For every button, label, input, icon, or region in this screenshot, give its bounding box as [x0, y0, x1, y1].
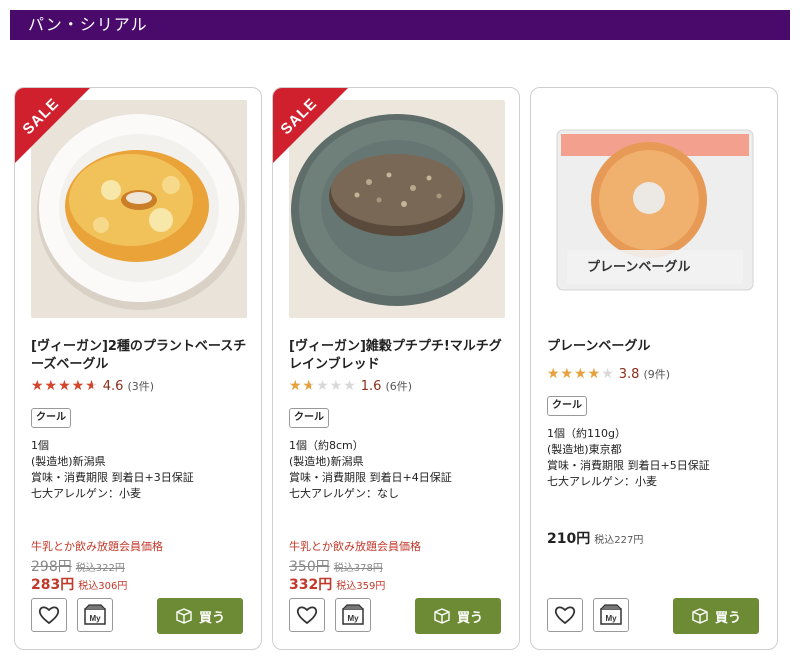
star-rating: ★★★★★★★★★★ — [31, 378, 99, 394]
product-card: SALE [ヴィーガン]雑穀プチプチ!マルチグレインブレッド ★★★★★★★★★… — [272, 87, 520, 650]
buy-label: 買う — [198, 610, 225, 626]
box-icon — [434, 608, 450, 624]
rating-value: 4.6 — [102, 378, 124, 394]
review-count[interactable]: (9件) — [643, 368, 670, 381]
svg-text:My: My — [347, 614, 359, 623]
spec-quantity: 1個 — [31, 439, 49, 452]
mylist-box-icon: My — [84, 604, 106, 625]
spec-allergens: 七大アレルゲン：小麦 — [31, 487, 141, 500]
cool-badge: クール — [289, 408, 329, 428]
spec-quantity: 1個（約8cm） — [289, 439, 364, 452]
favorite-button[interactable] — [289, 598, 325, 632]
spec-origin: (製造地)新潟県 — [289, 455, 364, 468]
sale-price: 332円 税込359円 — [289, 577, 386, 593]
rating: ★★★★★★★★★★1.6(6件) — [289, 377, 412, 395]
buy-button[interactable]: 買う — [157, 598, 243, 634]
product-title[interactable]: [ヴィーガン]2種のプラントベースチーズベーグル — [31, 338, 247, 374]
svg-text:My: My — [605, 614, 617, 623]
spec-allergens: 七大アレルゲン：なし — [289, 487, 399, 500]
mylist-button[interactable]: My — [77, 598, 113, 632]
original-price: 298円 税込322円 — [31, 559, 125, 575]
category-header: パン・シリアル — [10, 10, 790, 40]
mylist-box-icon: My — [342, 604, 364, 625]
heart-icon — [554, 606, 576, 625]
favorite-button[interactable] — [31, 598, 67, 632]
favorite-button[interactable] — [547, 598, 583, 632]
product-title[interactable]: [ヴィーガン]雑穀プチプチ!マルチグレインブレッド — [289, 338, 505, 374]
rating: ★★★★★ ★★★★★ 4.6 (3件) — [31, 377, 154, 395]
heart-icon — [296, 606, 318, 625]
sale-price: 283円 税込306円 — [31, 577, 128, 593]
review-count[interactable]: (6件) — [385, 380, 412, 393]
svg-text:My: My — [89, 614, 101, 623]
product-specs: 1個（約8cm） (製造地)新潟県 賞味・消費期限 到着日+4日保証 七大アレル… — [289, 438, 509, 502]
spec-expiry: 賞味・消費期限 到着日+5日保証 — [547, 459, 710, 472]
product-specs: 1個 (製造地)新潟県 賞味・消費期限 到着日+3日保証 七大アレルゲン：小麦 — [31, 438, 251, 502]
product-card: SALE [ヴィーガン]2種のプラントベースチーズベーグル ★★★★★ ★★★★★… — [14, 87, 262, 650]
spec-origin: (製造地)東京都 — [547, 443, 622, 456]
buy-button[interactable]: 買う — [673, 598, 759, 634]
buy-label: 買う — [456, 610, 483, 626]
member-price-label: 牛乳とか飲み放題会員価格 — [289, 540, 421, 553]
package-label: プレーンベーグル — [587, 259, 690, 275]
star-rating: ★★★★★★★★★★ — [289, 378, 357, 394]
mylist-box-icon: My — [600, 604, 622, 625]
spec-allergens: 七大アレルゲン：小麦 — [547, 475, 657, 488]
price: 210円 税込227円 — [547, 531, 644, 547]
product-image[interactable]: プレーンベーグル — [547, 100, 763, 318]
cool-badge: クール — [31, 408, 71, 428]
box-icon — [176, 608, 192, 624]
original-price: 350円 税込378円 — [289, 559, 383, 575]
cool-badge: クール — [547, 396, 587, 416]
heart-icon — [38, 606, 60, 625]
star-rating: ★★★★★★★★★★ — [547, 366, 615, 382]
category-title: パン・シリアル — [28, 15, 148, 34]
spec-expiry: 賞味・消費期限 到着日+4日保証 — [289, 471, 452, 484]
buy-label: 買う — [714, 610, 741, 626]
member-price-label: 牛乳とか飲み放題会員価格 — [31, 540, 163, 553]
rating: ★★★★★★★★★★3.8(9件) — [547, 365, 670, 383]
review-count[interactable]: (3件) — [127, 380, 154, 393]
product-card: プレーンベーグル プレーンベーグル ★★★★★★★★★★3.8(9件) クール … — [530, 87, 778, 650]
spec-expiry: 賞味・消費期限 到着日+3日保証 — [31, 471, 194, 484]
spec-origin: (製造地)新潟県 — [31, 455, 106, 468]
buy-button[interactable]: 買う — [415, 598, 501, 634]
spec-quantity: 1個（約110g） — [547, 427, 626, 440]
product-title[interactable]: プレーンベーグル — [547, 338, 763, 356]
mylist-button[interactable]: My — [335, 598, 371, 632]
mylist-button[interactable]: My — [593, 598, 629, 632]
product-specs: 1個（約110g） (製造地)東京都 賞味・消費期限 到着日+5日保証 七大アレ… — [547, 426, 767, 490]
rating-value: 1.6 — [360, 378, 382, 394]
rating-value: 3.8 — [618, 366, 640, 382]
box-icon — [692, 608, 708, 624]
